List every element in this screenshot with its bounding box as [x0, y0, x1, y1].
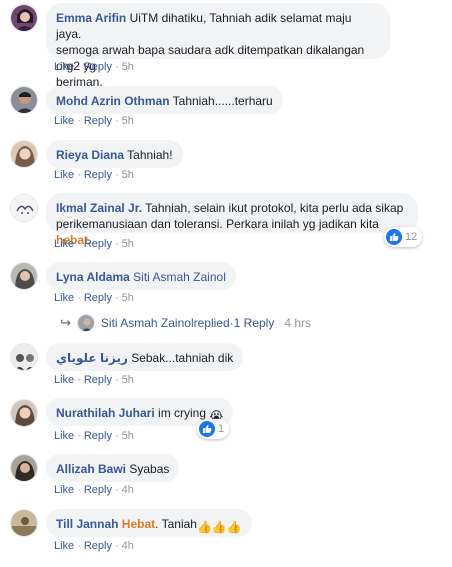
comment-bubble: Emma Arifin UiTM dihatiku, Tahniah adik … [46, 3, 390, 89]
reaction-count[interactable]: 1 [197, 419, 230, 439]
comment-actions: Like · Reply · 5h [54, 292, 134, 304]
timestamp: 4 hrs [284, 316, 312, 330]
comment-actions: Like · Reply · 5h [54, 169, 134, 181]
avatar[interactable] [10, 343, 38, 371]
author-name[interactable]: Emma Arifin [56, 11, 126, 25]
timestamp[interactable]: 5h [122, 374, 134, 386]
reply-link[interactable]: Reply [84, 169, 112, 181]
replies-link[interactable]: 1 Reply [234, 316, 275, 330]
like-link[interactable]: Like [54, 430, 74, 442]
comment-text: Tahniah, selain ikut protokol, kita perl… [142, 201, 404, 215]
timestamp[interactable]: 5h [122, 238, 134, 250]
reply-link[interactable]: Reply [84, 484, 112, 496]
comment-actions: Like · Reply · 5h [54, 430, 134, 442]
reply-link[interactable]: Reply [84, 540, 112, 552]
like-link[interactable]: Like [54, 169, 74, 181]
reply-arrow-icon: ↪ [60, 315, 71, 330]
reply-link[interactable]: Reply [84, 430, 112, 442]
timestamp[interactable]: 5h [122, 169, 134, 181]
author-name[interactable]: Allizah Bawi [56, 462, 126, 476]
author-name[interactable]: Nurathilah Juhari [56, 406, 155, 420]
comment-text: perikemanusiaan dan toleransi. Perkara i… [56, 217, 379, 231]
view-replies[interactable]: ↪ Siti Asmah Zainol replied · 1 Reply 4 … [60, 313, 311, 333]
avatar[interactable] [10, 454, 38, 482]
comment-text: Syabas [126, 462, 170, 476]
reply-link[interactable]: Reply [84, 374, 112, 386]
reply-link[interactable]: Reply [84, 292, 112, 304]
author-name[interactable]: Ikmal Zainal Jr. [56, 201, 142, 215]
avatar[interactable] [10, 86, 38, 114]
comment-actions: Like · Reply · 5h [54, 61, 134, 73]
reaction-count[interactable]: 12 [384, 227, 423, 247]
like-link[interactable]: Like [54, 115, 74, 127]
comment-text: Tahniah! [124, 148, 173, 162]
comment-text: . Taniah [155, 517, 197, 531]
author-name[interactable]: Mohd Azrin Othman [56, 94, 170, 108]
like-link[interactable]: Like [54, 238, 74, 250]
avatar[interactable] [10, 262, 38, 290]
avatar [76, 314, 95, 332]
replier-name[interactable]: Siti Asmah Zainol [101, 316, 194, 330]
reply-link[interactable]: Reply [84, 238, 112, 250]
comment-actions: Like · Reply · 5h [54, 374, 134, 386]
highlighted-word: Hebat [118, 517, 156, 531]
comment-actions: Like · Reply · 5h [54, 115, 134, 127]
comment-bubble: Till Jannah Hebat. Taniah👍👍👍 [46, 509, 252, 537]
timestamp[interactable]: 5h [122, 115, 134, 127]
like-link[interactable]: Like [54, 61, 74, 73]
like-link[interactable]: Like [54, 484, 74, 496]
comment-actions: Like · Reply · 4h [54, 484, 134, 496]
comment-actions: Like · Reply · 5h [54, 238, 134, 250]
timestamp[interactable]: 5h [122, 430, 134, 442]
author-name[interactable]: Till Jannah [56, 517, 118, 531]
like-link[interactable]: Like [54, 374, 74, 386]
author-name[interactable]: Rieya Diana [56, 148, 124, 162]
avatar[interactable] [10, 509, 38, 537]
comment-bubble: Lyna Aldama Siti Asmah Zainol [46, 262, 236, 290]
timestamp[interactable]: 4h [122, 540, 134, 552]
like-link[interactable]: Like [54, 540, 74, 552]
avatar[interactable] [10, 140, 38, 168]
comment-bubble: Allizah Bawi Syabas [46, 454, 180, 482]
comment-bubble: Rieya Diana Tahniah! [46, 140, 183, 168]
reply-link[interactable]: Reply [84, 115, 112, 127]
comment-text: Sebak...tahniah dik [127, 351, 234, 365]
avatar[interactable] [10, 194, 38, 222]
timestamp[interactable]: 5h [122, 61, 134, 73]
thumbs-up-icon [199, 421, 215, 437]
thumbs-up-icon [386, 229, 402, 245]
avatar[interactable] [10, 4, 38, 32]
comment-bubble: ريزنا علوياي Sebak...tahniah dik [46, 343, 244, 371]
like-link[interactable]: Like [54, 292, 74, 304]
timestamp[interactable]: 4h [122, 484, 134, 496]
author-name[interactable]: Lyna Aldama [56, 270, 130, 284]
avatar[interactable] [10, 399, 38, 427]
comment-text: im crying [154, 406, 210, 420]
tagged-user[interactable]: Siti Asmah Zainol [130, 270, 226, 284]
comment-text: Tahniah......terharu [169, 94, 273, 108]
comment-bubble: Ikmal Zainal Jr. Tahniah, selain ikut pr… [46, 193, 418, 247]
author-name[interactable]: ريزنا علوياي [56, 351, 128, 365]
reply-link[interactable]: Reply [84, 61, 112, 73]
timestamp[interactable]: 5h [122, 292, 134, 304]
comment-bubble: Mohd Azrin Othman Tahniah......terharu [46, 86, 283, 114]
comment-actions: Like · Reply · 4h [54, 540, 134, 552]
thumbs-up-emoji: 👍👍👍 [196, 520, 242, 534]
